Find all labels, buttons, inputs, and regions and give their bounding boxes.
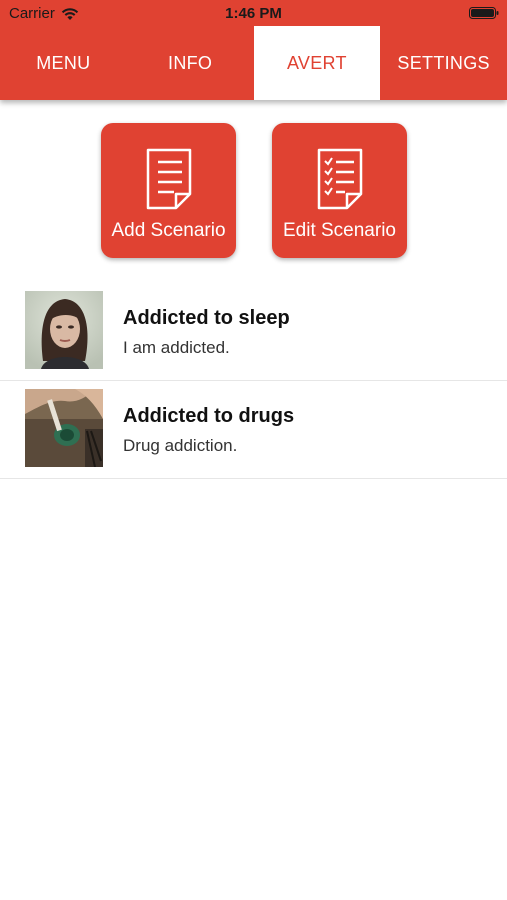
checklist-document-icon	[317, 148, 363, 210]
add-scenario-label: Add Scenario	[111, 220, 226, 241]
scenario-list: Addicted to sleep I am addicted. Addicte…	[0, 283, 507, 479]
scenario-title: Addicted to sleep	[123, 307, 290, 329]
edit-scenario-label: Edit Scenario	[282, 220, 396, 241]
list-item[interactable]: Addicted to drugs Drug addiction.	[0, 381, 507, 479]
edit-scenario-button[interactable]: Edit Scenario	[272, 123, 407, 258]
action-buttons: Add Scenario Edit Scenario	[0, 123, 507, 258]
tab-menu[interactable]: MENU	[0, 26, 127, 100]
tab-settings[interactable]: SETTINGS	[380, 26, 507, 100]
scenario-title: Addicted to drugs	[123, 405, 295, 427]
list-item[interactable]: Addicted to sleep I am addicted.	[0, 283, 507, 381]
tab-avert[interactable]: AVERT	[253, 26, 381, 100]
scenario-thumbnail	[25, 291, 103, 369]
tab-info[interactable]: INFO	[127, 26, 254, 100]
tab-bar: MENU INFO AVERT SETTINGS	[0, 26, 507, 100]
add-scenario-button[interactable]: Add Scenario	[101, 123, 236, 258]
app-header: Carrier 1:46 PM MENU INFO AVERT SETTINGS	[0, 0, 507, 100]
document-lines-icon	[146, 148, 192, 210]
status-time: 1:46 PM	[225, 5, 282, 22]
status-bar: Carrier 1:46 PM	[0, 0, 507, 26]
scenario-thumbnail	[25, 389, 103, 467]
battery-icon	[469, 7, 499, 19]
scenario-description: I am addicted.	[123, 338, 230, 357]
scenario-description: Drug addiction.	[123, 436, 238, 455]
